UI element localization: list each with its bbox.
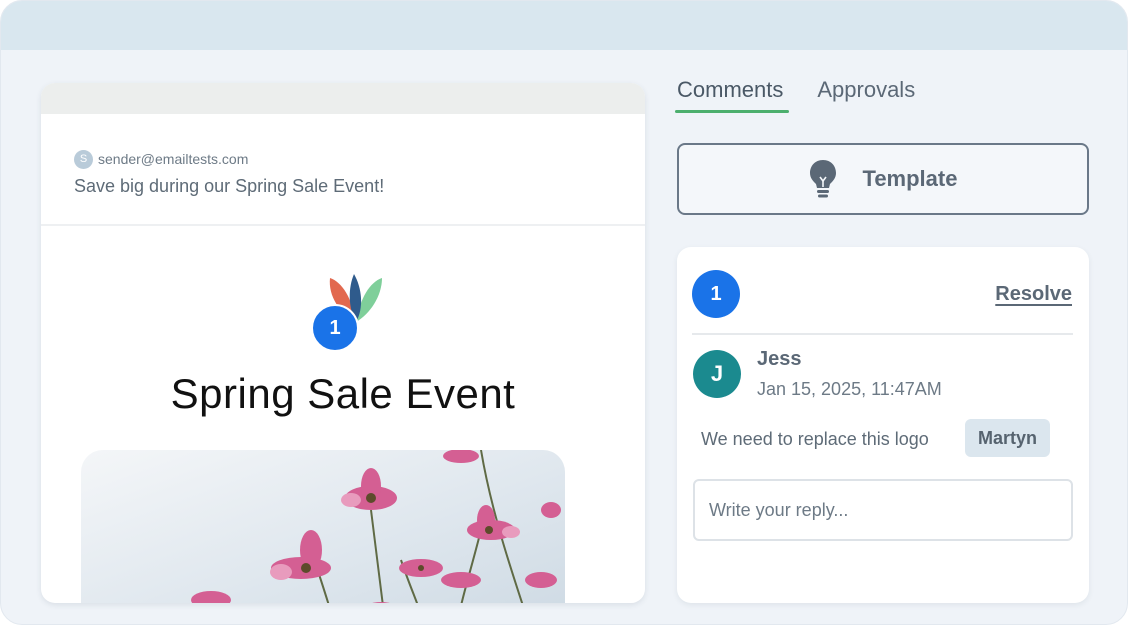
lightbulb-icon bbox=[809, 160, 836, 198]
top-bar bbox=[1, 1, 1127, 50]
email-header: S sender@emailtests.com Save big during … bbox=[41, 114, 645, 226]
app-frame: S sender@emailtests.com Save big during … bbox=[0, 0, 1128, 625]
resolve-button[interactable]: Resolve bbox=[995, 283, 1072, 306]
comment-text: We need to replace this logo bbox=[701, 429, 929, 449]
tab-comments[interactable]: Comments bbox=[674, 77, 790, 113]
thread-divider bbox=[692, 333, 1073, 335]
email-subject: Save big during our Spring Sale Event! bbox=[74, 176, 385, 196]
comment-timestamp: Jan 15, 2025, 11:47AM bbox=[757, 379, 942, 399]
avatar: J bbox=[693, 350, 741, 398]
email-preview: S sender@emailtests.com Save big during … bbox=[41, 83, 645, 603]
panel-tabs: Comments Approvals bbox=[674, 77, 949, 113]
comment-marker[interactable]: 1 bbox=[311, 304, 359, 352]
template-button[interactable]: Template bbox=[677, 143, 1089, 215]
flower-photo bbox=[81, 450, 565, 603]
comment-number-badge: 1 bbox=[692, 270, 740, 318]
comment-author: Jess bbox=[757, 348, 802, 370]
template-button-label: Template bbox=[862, 166, 958, 191]
sender-row: S sender@emailtests.com bbox=[74, 149, 645, 169]
sender-avatar: S bbox=[74, 149, 93, 169]
sender-email: sender@emailtests.com bbox=[98, 151, 249, 167]
tab-approvals[interactable]: Approvals bbox=[817, 77, 915, 113]
email-headline: Spring Sale Event bbox=[170, 370, 516, 417]
mention-tag[interactable]: Martyn bbox=[965, 419, 1051, 457]
email-toolbar-strip bbox=[41, 83, 645, 114]
comment-thread: 1 Resolve J Jess Jan 15, 2025, 11:47AM W… bbox=[677, 247, 1089, 603]
reply-input[interactable] bbox=[693, 479, 1073, 541]
flower-illustration bbox=[191, 450, 561, 603]
